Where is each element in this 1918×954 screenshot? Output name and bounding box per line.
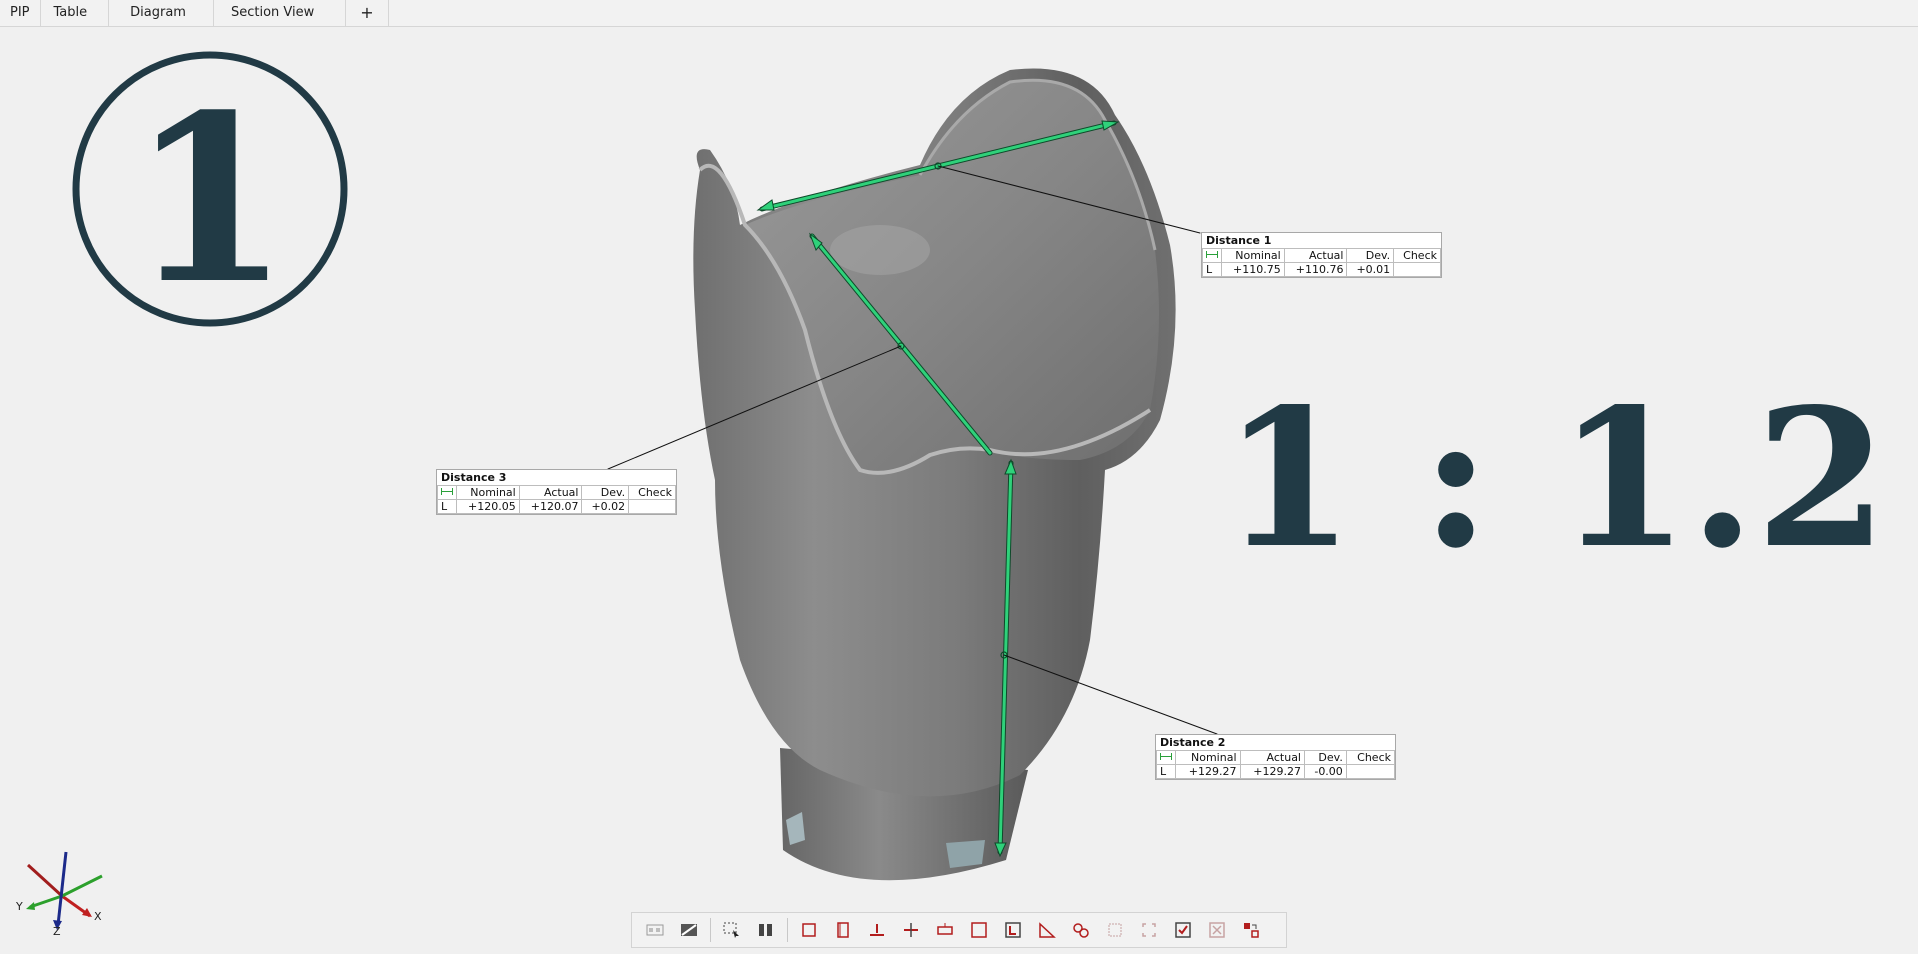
col-nominal: Nominal: [456, 485, 520, 500]
distance-icon: [1160, 752, 1172, 761]
label-table: Nominal Actual Dev. Check L +129.27 +129…: [1156, 750, 1396, 779]
actual-value: +110.76: [1283, 262, 1348, 277]
tab-pip[interactable]: PIP: [0, 0, 41, 26]
scale-ratio: 1 : 1.2: [1222, 367, 1887, 590]
col-check: Check: [1345, 750, 1396, 765]
check-value: [628, 499, 676, 514]
tab-bar: PIP Table Diagram Section View +: [0, 0, 1918, 27]
split-view-icon[interactable]: [754, 918, 778, 942]
toolbar-separator: [710, 918, 711, 942]
side-view-icon[interactable]: [831, 918, 855, 942]
label-table: Nominal Actual Dev. Check L +120.05 +120…: [437, 485, 676, 514]
col-check: Check: [1393, 248, 1441, 263]
axis-x-label: X: [94, 910, 102, 923]
col-actual: Actual: [1239, 750, 1305, 765]
actual-value: +120.07: [518, 499, 583, 514]
nominal-value: +120.05: [456, 499, 520, 514]
tab-table[interactable]: Table: [41, 0, 110, 26]
label-frame-icon[interactable]: [1001, 918, 1025, 942]
axis-y-label: Y: [15, 900, 23, 913]
label-title: Distance 3: [441, 471, 507, 484]
align-icon[interactable]: [865, 918, 889, 942]
row-axis: L: [437, 499, 457, 514]
deviation-value: +0.01: [1346, 262, 1395, 277]
badge-number: 1: [130, 65, 290, 335]
3d-viewport[interactable]: 1 1 : 1.2 X Y Z Distance 1 Nominal Actua…: [0, 27, 1918, 954]
distance-icon: [1206, 250, 1218, 259]
add-tab-button[interactable]: +: [346, 0, 389, 26]
tab-section-view[interactable]: Section View: [214, 0, 347, 26]
front-view-icon[interactable]: [797, 918, 821, 942]
deviation-value: -0.00: [1304, 764, 1347, 779]
col-dev: Dev.: [581, 485, 630, 500]
export-icon[interactable]: [1239, 918, 1263, 942]
cut-plane-icon[interactable]: [899, 918, 923, 942]
col-dev: Dev.: [1304, 750, 1347, 765]
view-toolbar: [631, 912, 1287, 948]
tab-diagram[interactable]: Diagram: [109, 0, 214, 26]
label-title: Distance 2: [1160, 736, 1226, 749]
scene-canvas: 1 1 : 1.2 X Y Z: [15, 51, 1888, 938]
col-actual: Actual: [1283, 248, 1348, 263]
nominal-value: +110.75: [1221, 262, 1285, 277]
distance-icon: [441, 487, 453, 496]
check-icon[interactable]: [1171, 918, 1195, 942]
distance-2-label[interactable]: Distance 2 Nominal Actual Dev. Check L +…: [1155, 734, 1396, 780]
caption-icon[interactable]: [933, 918, 957, 942]
remove-check-icon[interactable]: [1205, 918, 1229, 942]
section-toggle-icon[interactable]: [677, 918, 701, 942]
check-value: [1393, 262, 1441, 277]
actual-value: +129.27: [1239, 764, 1305, 779]
part-model: [693, 68, 1176, 881]
ruler-icon[interactable]: [1035, 918, 1059, 942]
col-actual: Actual: [518, 485, 583, 500]
grid-icon[interactable]: [1103, 918, 1127, 942]
toolbar-separator: [787, 918, 788, 942]
label-title: Distance 1: [1206, 234, 1272, 247]
distance-1-label[interactable]: Distance 1 Nominal Actual Dev. Check L +…: [1201, 232, 1442, 278]
col-dev: Dev.: [1346, 248, 1395, 263]
check-value: [1345, 764, 1396, 779]
axis-z-label: Z: [53, 925, 61, 938]
connect-icon[interactable]: [1069, 918, 1093, 942]
axis-triad: X Y Z: [15, 851, 103, 938]
row-axis: L: [1202, 262, 1222, 277]
label-table: Nominal Actual Dev. Check L +110.75 +110…: [1202, 248, 1441, 277]
deviation-value: +0.02: [581, 499, 630, 514]
col-check: Check: [628, 485, 676, 500]
fit-icon[interactable]: [1137, 918, 1161, 942]
view-number-badge: 1: [72, 51, 348, 335]
col-nominal: Nominal: [1175, 750, 1241, 765]
select-area-icon[interactable]: [720, 918, 744, 942]
frame-icon[interactable]: [967, 918, 991, 942]
col-nominal: Nominal: [1221, 248, 1285, 263]
distance-3-label[interactable]: Distance 3 Nominal Actual Dev. Check L +…: [436, 469, 677, 515]
nominal-value: +129.27: [1175, 764, 1241, 779]
viewport-layout-icon[interactable]: [643, 918, 667, 942]
row-axis: L: [1156, 764, 1176, 779]
